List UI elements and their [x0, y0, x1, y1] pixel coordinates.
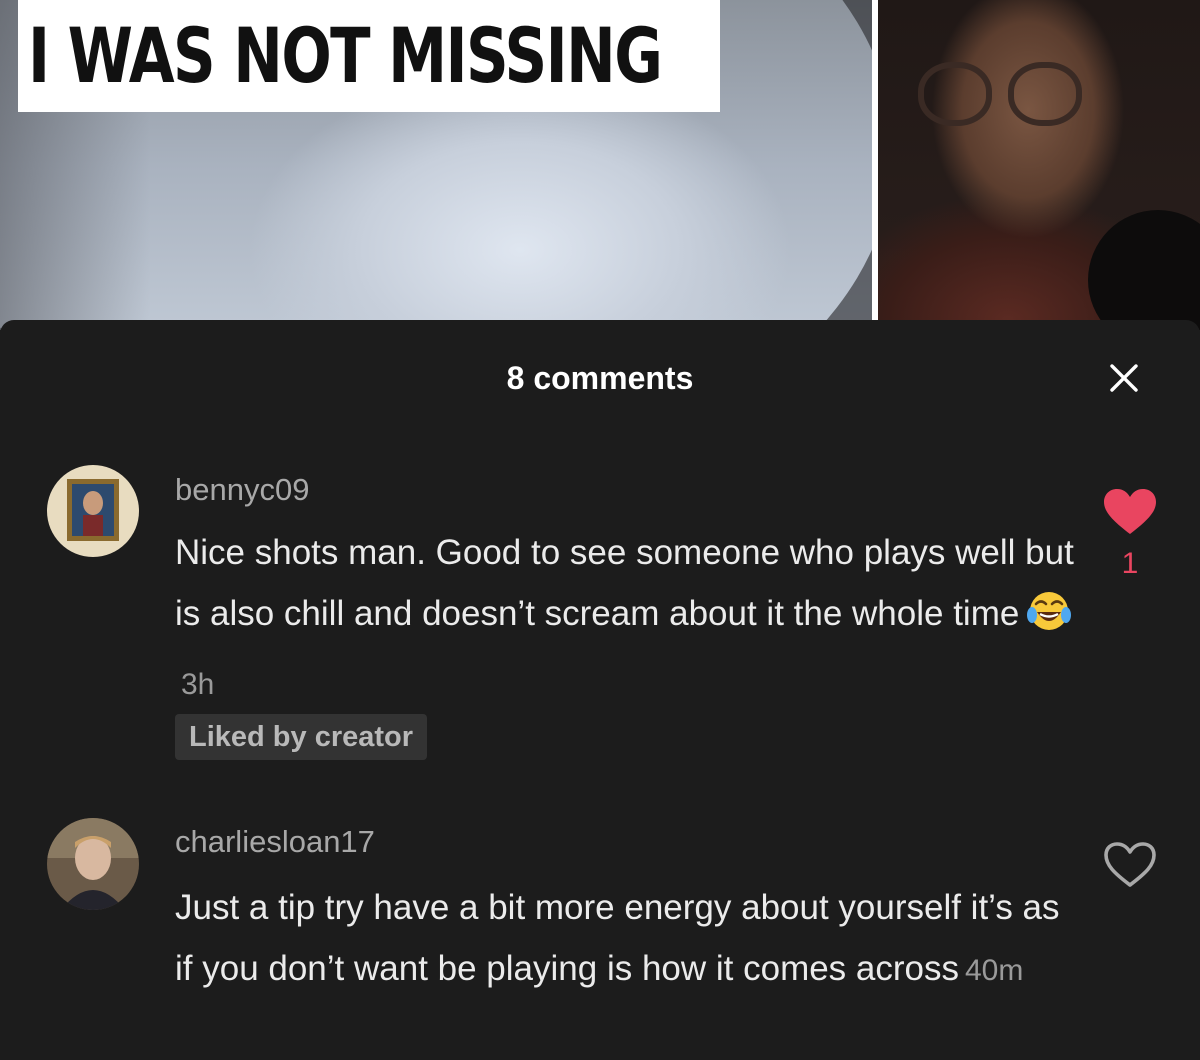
liked-by-creator-badge: Liked by creator — [175, 714, 428, 760]
heart-filled-icon — [1104, 489, 1156, 534]
comment-timestamp: 40m — [965, 954, 1024, 987]
video-title-text: I WAS NOT MISSING — [28, 11, 663, 100]
glasses-lens-right — [1008, 62, 1082, 126]
comment-timestamp: 3h — [181, 668, 215, 701]
laughing-tears-emoji — [1027, 589, 1072, 652]
avatar[interactable] — [47, 818, 139, 910]
comments-count-title: 8 comments — [506, 360, 694, 396]
comment-text: Just a tip try have a bit more energy ab… — [175, 888, 1060, 988]
like-count: 1 — [1121, 547, 1139, 580]
comment-body: Just a tip try have a bit more energy ab… — [175, 877, 1075, 1001]
close-button[interactable] — [1102, 356, 1146, 400]
comment-username[interactable]: charliesloan17 — [175, 822, 375, 862]
video-player[interactable]: I WAS NOT MISSING — [0, 0, 1200, 330]
like-button[interactable] — [1102, 487, 1158, 537]
like-button[interactable] — [1102, 840, 1158, 890]
close-icon — [1110, 364, 1138, 392]
comment-text: Nice shots man. Good to see someone who … — [175, 533, 1074, 633]
heart-outline-icon — [1104, 842, 1156, 887]
streamer-webcam — [878, 0, 1200, 330]
avatar[interactable] — [47, 465, 139, 557]
avatar-photo-image — [47, 818, 139, 910]
glasses-lens-left — [918, 62, 992, 126]
comment-username[interactable]: bennyc09 — [175, 470, 309, 510]
microphone — [1088, 210, 1200, 330]
comment-body: Nice shots man. Good to see someone who … — [175, 522, 1075, 715]
video-title-card: I WAS NOT MISSING — [18, 0, 720, 112]
avatar-painting-image — [47, 465, 139, 557]
